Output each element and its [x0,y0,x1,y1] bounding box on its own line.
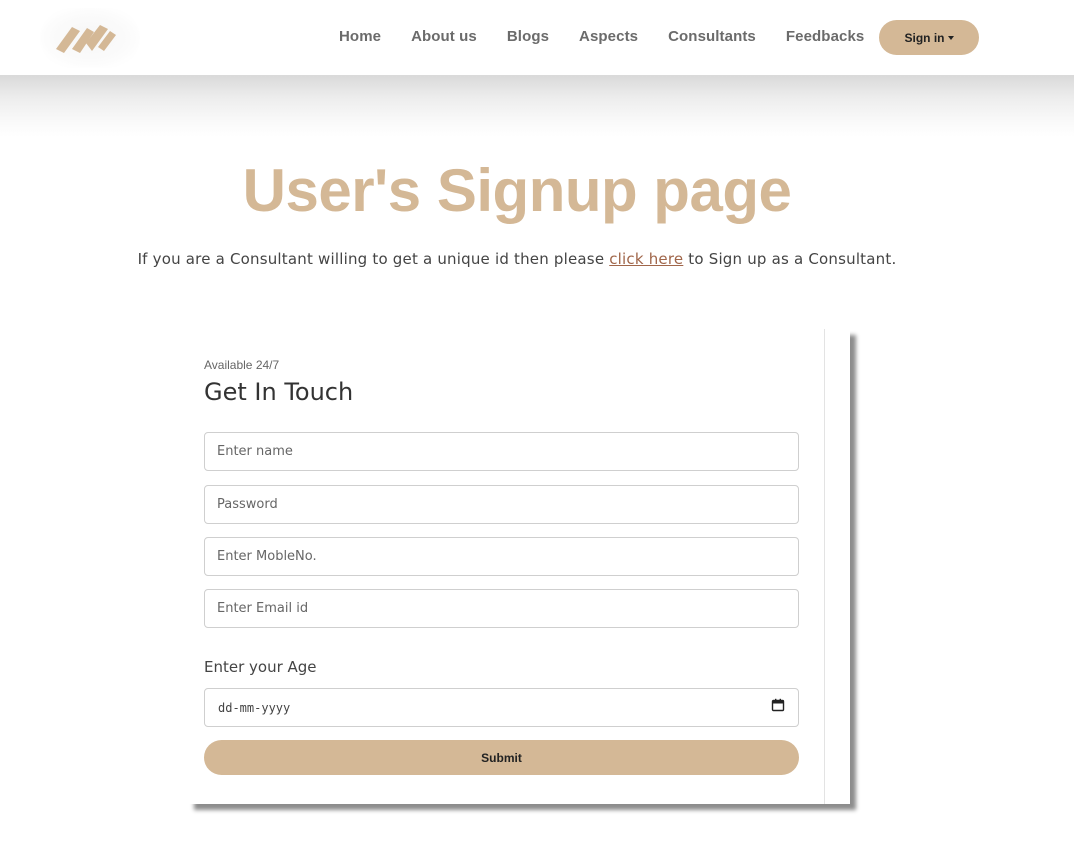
subtitle-text-after: to Sign up as a Consultant. [683,250,897,268]
nav-aspects-link[interactable]: Aspects [579,28,638,45]
signup-form-card: Available 24/7 Get In Touch Enter your A… [188,329,850,804]
age-label: Enter your Age [204,658,317,676]
signin-label: Sign in [904,30,945,45]
password-input[interactable] [204,485,799,524]
card-divider [824,329,825,804]
nav-consultants-link[interactable]: Consultants [668,28,756,45]
mobile-input[interactable] [204,537,799,576]
nav-links: Home About us Blogs Aspects Consultants … [339,28,894,45]
brand-logo-icon[interactable] [40,8,140,68]
caret-down-icon [947,35,954,40]
submit-button[interactable]: Submit [204,740,799,775]
nav-about-link[interactable]: About us [411,28,477,45]
age-date-input[interactable]: dd-mm-yyyy [204,688,799,727]
signin-dropdown-button[interactable]: Sign in [879,20,979,55]
nav-feedbacks-link[interactable]: Feedbacks [786,28,864,45]
page-title: User's Signup page [242,157,792,224]
date-placeholder: dd-mm-yyyy [218,700,291,715]
subtitle-text-before: If you are a Consultant willing to get a… [137,250,610,268]
name-input[interactable] [204,432,799,471]
availability-label: Available 24/7 [204,358,280,372]
nav-blogs-link[interactable]: Blogs [507,28,549,45]
consultant-signup-link[interactable]: click here [609,250,683,268]
email-input[interactable] [204,589,799,628]
consultant-signup-hint: If you are a Consultant willing to get a… [0,250,1034,268]
form-heading: Get In Touch [204,378,354,406]
navbar-shadow [0,75,1074,137]
nav-home-link[interactable]: Home [339,28,381,45]
calendar-icon[interactable] [771,698,785,717]
navbar: Home About us Blogs Aspects Consultants … [0,0,1074,75]
